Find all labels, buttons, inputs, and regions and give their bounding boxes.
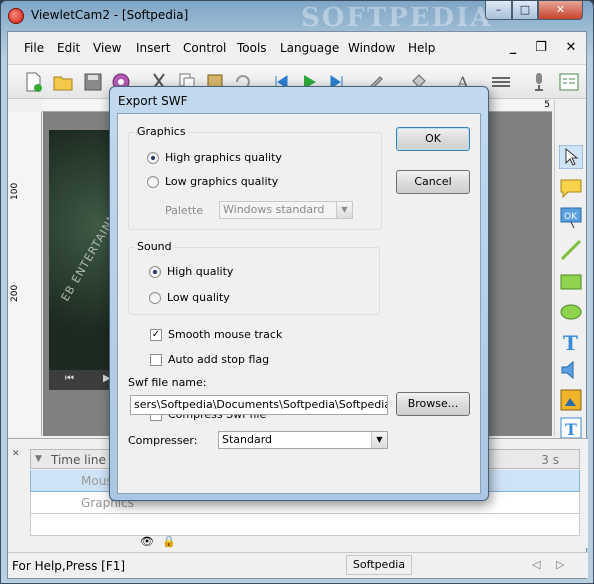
properties-icon[interactable] (558, 71, 580, 93)
chevron-down-icon: ▼ (371, 432, 387, 448)
menu-bar: File Edit View Insert Control Tools Lang… (8, 32, 586, 65)
compressor-value: Standard (222, 433, 273, 446)
auto-stop-label: Auto add stop flag (168, 353, 270, 366)
textbox-tool-icon[interactable]: T (559, 416, 583, 440)
graphics-group: Graphics High graphics quality Low graph… (128, 125, 382, 230)
callout-icon[interactable] (559, 176, 583, 200)
pointer-icon[interactable] (559, 145, 583, 169)
minimize-button[interactable]: – (485, 1, 512, 20)
auto-stop-checkbox[interactable]: Auto add stop flag (150, 353, 269, 366)
high-sound-radio[interactable]: High quality (149, 265, 233, 278)
new-file-icon[interactable] (22, 71, 44, 93)
menu-window[interactable]: Window (348, 41, 395, 55)
menu-insert[interactable]: Insert (136, 41, 170, 55)
app-icon (8, 8, 24, 24)
compressor-label: Compresser: (128, 434, 198, 447)
close-button[interactable]: ✕ (538, 1, 583, 20)
mdi-restore-button[interactable]: ❐ (530, 39, 552, 57)
maximize-button[interactable]: □ (512, 1, 538, 20)
svg-text:T: T (565, 420, 577, 439)
radio-button[interactable] (147, 175, 159, 188)
status-next-icon[interactable]: ▷ (556, 558, 564, 571)
sound-tool-icon[interactable] (559, 358, 583, 382)
svg-text:OK: OK (564, 212, 578, 222)
watermark: SOFTPEDIA (301, 3, 493, 33)
tool-palette: OK T T (554, 100, 586, 439)
microphone-icon[interactable] (528, 71, 550, 93)
timeline-row-empty (30, 514, 580, 536)
sound-group-label: Sound (135, 240, 174, 253)
menu-edit[interactable]: Edit (57, 41, 80, 55)
save-icon[interactable] (82, 71, 104, 93)
vertical-ruler: 100 200 (8, 112, 42, 436)
ok-button[interactable]: OK (396, 127, 470, 151)
open-folder-icon[interactable] (52, 71, 74, 93)
ellipse-tool-icon[interactable] (559, 300, 583, 324)
export-swf-dialog: Export SWF Graphics High graphics qualit… (109, 86, 489, 501)
chevron-down-icon: ▼ (336, 202, 352, 218)
low-sound-radio[interactable]: Low quality (149, 291, 230, 304)
radio-button[interactable] (149, 291, 161, 304)
status-bar: For Help,Press [F1] Softpedia ◁ ▷ (8, 552, 588, 578)
high-graphics-radio[interactable]: High graphics quality (147, 151, 282, 164)
high-graphics-label: High graphics quality (165, 151, 282, 164)
status-prev-icon[interactable]: ◁ (532, 558, 540, 571)
menu-control[interactable]: Control (183, 41, 226, 55)
player-prev-icon[interactable]: ⏮ (65, 373, 74, 384)
compressor-select[interactable]: Standard ▼ (218, 431, 388, 449)
ok-button-tool-icon[interactable]: OK (559, 206, 583, 230)
svg-text:T: T (563, 331, 578, 354)
palette-label: Palette (165, 204, 204, 217)
sound-group: Sound High quality Low quality (128, 240, 380, 315)
visibility-eye-icon[interactable]: 👁 (140, 535, 154, 548)
window-title: ViewletCam2 - [Softpedia] (31, 8, 189, 22)
dialog-body: Graphics High graphics quality Low graph… (117, 113, 481, 494)
title-bar[interactable]: ViewletCam2 - [Softpedia] SOFTPEDIA – □ … (1, 1, 593, 33)
cancel-button[interactable]: Cancel (396, 170, 470, 194)
main-window: ViewletCam2 - [Softpedia] SOFTPEDIA – □ … (0, 0, 594, 584)
text-tool-icon[interactable]: T (559, 330, 583, 354)
smooth-mouse-label: Smooth mouse track (168, 328, 283, 341)
ruler-label-100: 100 (10, 182, 20, 200)
menu-file[interactable]: File (24, 41, 44, 55)
status-help-text: For Help,Press [F1] (12, 559, 126, 573)
image-tool-icon[interactable] (559, 388, 583, 412)
line-tool-icon[interactable] (559, 238, 583, 262)
menu-view[interactable]: View (93, 41, 121, 55)
timeline-time: 3 s (541, 453, 559, 467)
lock-icon[interactable]: 🔒 (162, 535, 176, 548)
low-graphics-radio[interactable]: Low graphics quality (147, 175, 278, 188)
line-style-icon[interactable] (490, 71, 512, 93)
browse-button[interactable]: Browse... (396, 392, 470, 416)
timeline-footer: 👁 🔒 (30, 535, 580, 549)
menu-tools[interactable]: Tools (237, 41, 267, 55)
ruler-mark: 5 (544, 100, 550, 110)
palette-value: Windows standard (223, 203, 325, 216)
timeline-close-icon[interactable]: ✕ (12, 449, 20, 459)
low-sound-label: Low quality (167, 291, 230, 304)
low-graphics-label: Low graphics quality (165, 175, 279, 188)
status-pane: Softpedia (346, 555, 412, 575)
checkbox[interactable] (150, 353, 162, 366)
mdi-minimize-button[interactable]: _ (502, 39, 524, 57)
high-sound-label: High quality (167, 265, 234, 278)
ruler-label-200: 200 (10, 284, 20, 302)
menu-language[interactable]: Language (280, 41, 339, 55)
menu-help[interactable]: Help (408, 41, 435, 55)
graphics-group-label: Graphics (135, 125, 188, 138)
radio-button[interactable] (147, 151, 159, 164)
collapse-icon[interactable]: ▼ (35, 454, 42, 464)
dialog-title: Export SWF (118, 94, 188, 108)
rectangle-tool-icon[interactable] (559, 270, 583, 294)
smooth-mouse-checkbox[interactable]: ✓ Smooth mouse track (150, 328, 282, 341)
checkbox-checked[interactable]: ✓ (150, 328, 162, 341)
swf-file-label: Swf file name: (128, 376, 207, 389)
radio-button[interactable] (149, 265, 161, 278)
swf-file-input[interactable]: sers\Softpedia\Documents\Softpedia\Softp… (130, 395, 388, 415)
swf-file-value: sers\Softpedia\Documents\Softpedia\Softp… (134, 398, 388, 411)
palette-select[interactable]: Windows standard ▼ (219, 201, 353, 219)
mdi-close-button[interactable]: ✕ (560, 39, 582, 57)
timeline-title: Time line (51, 453, 106, 467)
